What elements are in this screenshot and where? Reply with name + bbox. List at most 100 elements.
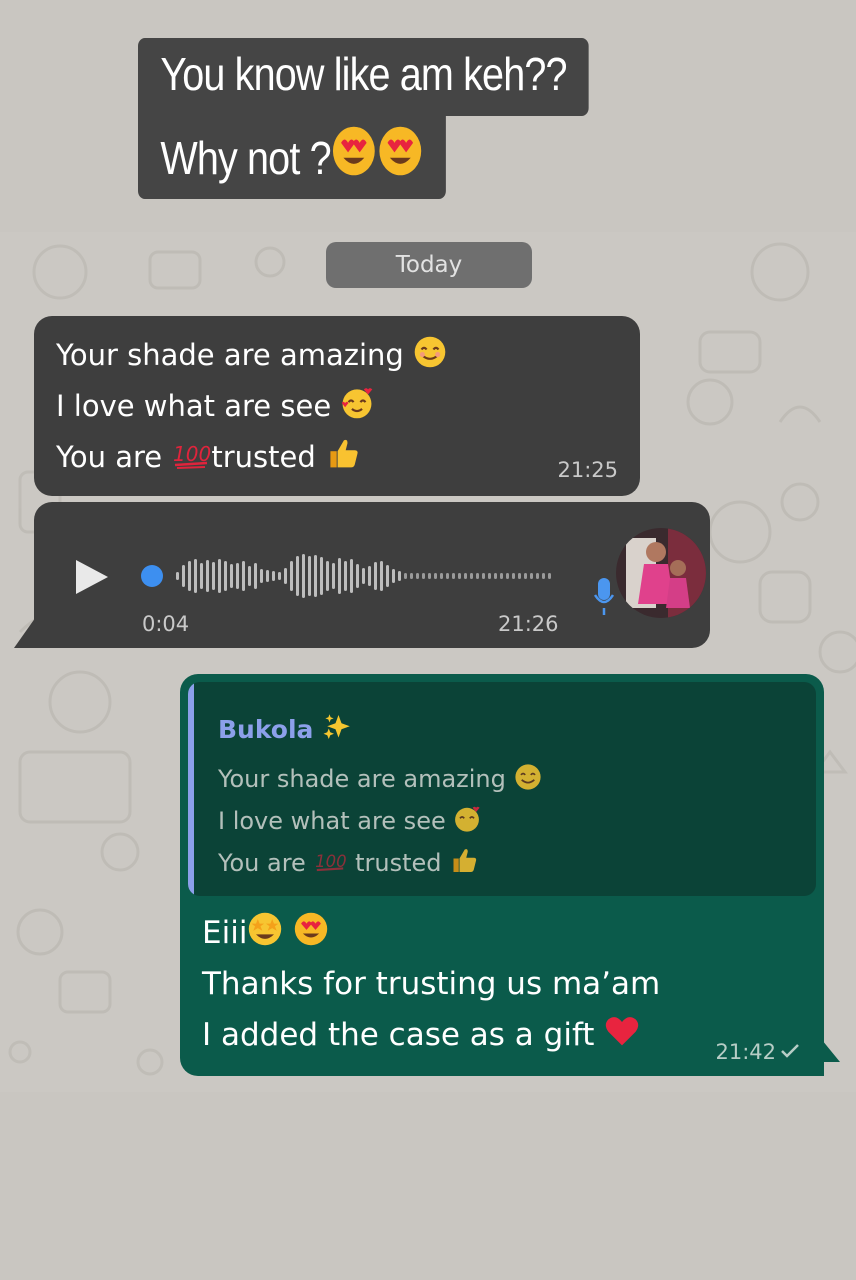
message-line: You are — [56, 440, 163, 474]
voice-message[interactable]: 0:04 21:26 — [34, 502, 710, 648]
waveform-bar — [308, 556, 311, 596]
waveform-bar — [362, 568, 365, 584]
bubble-tail — [14, 614, 38, 648]
smiling-emoji-icon — [514, 764, 541, 790]
quoted-line: Your shade are amazing — [218, 765, 506, 793]
waveform-bar — [518, 573, 521, 579]
quoted-sender: Bukola — [218, 715, 314, 744]
waveform-bar — [254, 563, 257, 589]
waveform-bar — [260, 569, 263, 583]
quoted-message[interactable]: Bukola Your shade are amazing I love wha… — [188, 682, 816, 896]
quote-accent-bar — [188, 682, 194, 896]
waveform-bar — [524, 573, 527, 579]
waveform-bar — [500, 573, 503, 579]
waveform-bar — [188, 561, 191, 591]
hundred-points-emoji-icon: 100 — [316, 852, 347, 872]
mic-icon — [594, 578, 614, 615]
waveform-bar — [338, 558, 341, 594]
waveform-bar — [200, 563, 203, 589]
waveform-bar — [488, 573, 491, 579]
waveform-bar — [218, 559, 221, 593]
waveform-bar — [224, 561, 227, 591]
waveform-bar — [506, 573, 509, 579]
waveform-bar — [458, 573, 461, 579]
avatar[interactable] — [616, 528, 706, 618]
waveform-bar — [428, 573, 431, 579]
waveform-bar — [374, 562, 377, 590]
waveform-bar — [284, 568, 287, 584]
star-struck-emoji-icon — [249, 912, 282, 946]
read-check-icon — [781, 1044, 799, 1058]
message-timestamp: 21:42 — [715, 1040, 776, 1064]
voice-waveform[interactable] — [140, 548, 600, 604]
incoming-message[interactable]: Your shade are amazing I love what are s… — [34, 316, 640, 496]
play-icon[interactable] — [76, 560, 108, 594]
waveform-bar — [434, 573, 437, 579]
caption-line-1: You know like am keh?? — [138, 38, 589, 116]
waveform-bar — [206, 560, 209, 592]
waveform-bar — [380, 561, 383, 591]
heart-eyes-emoji-icon — [379, 126, 422, 175]
waveform-bar — [194, 559, 197, 593]
message-line: I added the case as a gift — [202, 1017, 595, 1053]
hearts-face-emoji-icon — [455, 806, 480, 832]
waveform-bar — [272, 571, 275, 581]
waveform-bar — [470, 573, 473, 579]
story-caption: You know like am keh?? Why not ? — [138, 38, 589, 199]
outgoing-message[interactable]: Bukola Your shade are amazing I love wha… — [180, 674, 824, 1076]
message-line: Eiii — [202, 915, 248, 951]
thumbs-up-emoji-icon — [330, 439, 358, 468]
waveform-bar — [416, 573, 419, 579]
waveform-bar — [212, 562, 215, 590]
waveform-bar — [182, 565, 185, 587]
waveform-bar — [476, 573, 479, 579]
waveform-bar — [482, 573, 485, 579]
waveform-bar — [440, 573, 443, 579]
waveform-bar — [446, 573, 449, 579]
waveform-bar — [368, 566, 371, 586]
waveform-bar — [314, 555, 317, 597]
waveform-bar — [326, 561, 329, 591]
waveform-bar — [464, 573, 467, 579]
waveform-bar — [176, 572, 179, 580]
quoted-line: You are — [218, 849, 306, 877]
waveform-bar — [344, 561, 347, 591]
waveform-bar — [410, 573, 413, 579]
waveform-bar — [542, 573, 545, 579]
waveform-bar — [398, 571, 401, 581]
bubble-tail — [822, 1040, 840, 1062]
hearts-face-emoji-icon — [342, 388, 373, 419]
waveform-bar — [302, 554, 305, 598]
voice-duration: 0:04 — [142, 612, 190, 636]
red-heart-emoji-icon — [606, 1017, 639, 1046]
waveform-bar — [332, 563, 335, 589]
waveform-bar — [230, 564, 233, 588]
hundred-points-emoji-icon: 100 — [173, 442, 211, 469]
waveform-bar — [290, 561, 293, 591]
waveform-bar — [536, 573, 539, 579]
sparkles-emoji-icon — [323, 714, 350, 739]
message-timestamp: 21:25 — [557, 458, 618, 482]
quoted-line: trusted — [355, 849, 442, 877]
voice-progress-handle[interactable] — [141, 565, 163, 587]
waveform-bar — [404, 573, 407, 579]
waveform-bar — [278, 572, 281, 580]
waveform-bar — [266, 570, 269, 582]
message-timestamp: 21:26 — [498, 612, 559, 636]
waveform-bar — [392, 569, 395, 583]
heart-eyes-emoji-icon — [295, 912, 328, 946]
waveform-bar — [452, 573, 455, 579]
waveform-bar — [386, 565, 389, 587]
waveform-bar — [296, 556, 299, 596]
waveform-bar — [242, 561, 245, 591]
waveform-bar — [548, 573, 551, 579]
smiling-emoji-icon — [414, 336, 446, 368]
waveform-bar — [512, 573, 515, 579]
waveform-bar — [248, 566, 251, 586]
heart-eyes-emoji-icon — [333, 126, 375, 175]
message-line: Your shade are amazing — [56, 338, 404, 372]
date-separator: Today — [326, 242, 532, 288]
quoted-line: I love what are see — [218, 807, 446, 835]
waveform-bar — [494, 573, 497, 579]
message-line: trusted — [211, 440, 316, 474]
